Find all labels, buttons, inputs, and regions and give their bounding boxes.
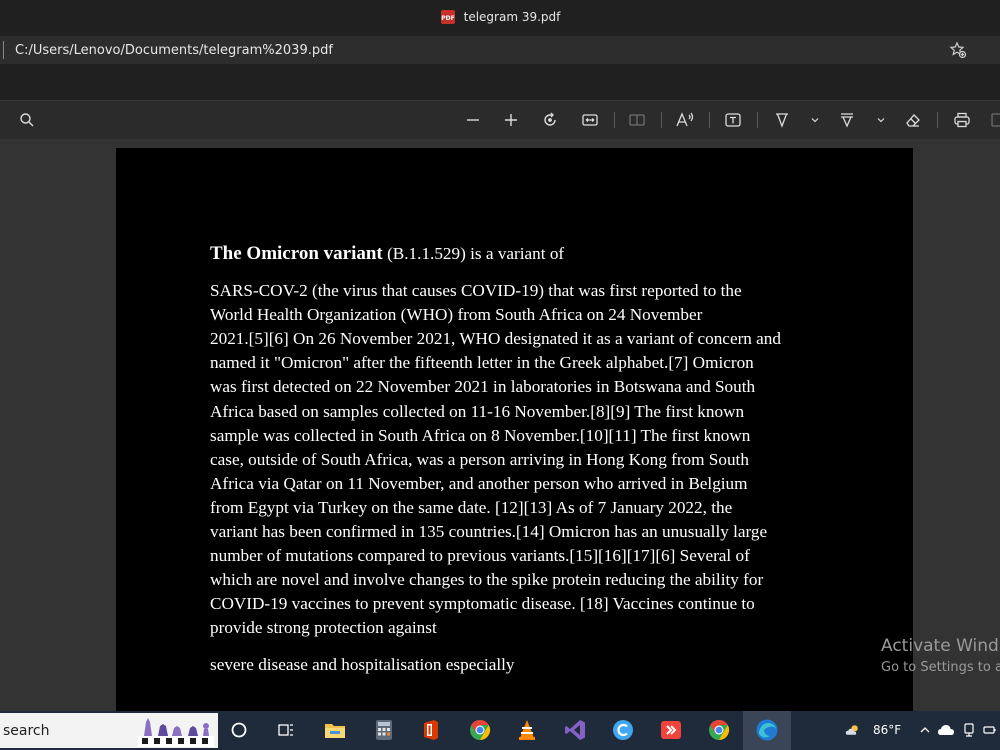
edge-icon[interactable] [754, 717, 780, 743]
paragraph-line: variant has been confirmed in 135 countr… [210, 522, 768, 542]
calculator-icon[interactable] [371, 717, 397, 743]
address-bar-edge [3, 41, 7, 59]
paragraph-line: 2021.[5][6] On 26 November 2021, WHO des… [210, 329, 781, 349]
print-icon[interactable] [951, 109, 973, 131]
title-bar: PDF telegram 39.pdf [0, 0, 1000, 34]
activate-windows-watermark: Activate Wind Go to Settings to a [881, 636, 1000, 675]
window-title: telegram 39.pdf [463, 10, 561, 24]
highlight-chevron-down-icon[interactable] [870, 109, 892, 131]
paragraph-line: Africa via Qatar on 11 November, and ano… [210, 473, 748, 493]
toolbar-separator [661, 112, 662, 128]
pdf-file-icon: PDF [440, 9, 456, 25]
office-icon[interactable] [418, 717, 444, 743]
toolbar-separator [614, 112, 615, 128]
chess-pieces-icon [138, 714, 214, 747]
save-icon[interactable] [988, 109, 1000, 131]
chrome-second-icon[interactable] [706, 717, 732, 743]
heading-rest-text: (B.1.1.529) is a variant of [382, 244, 565, 263]
highlight-icon[interactable] [836, 109, 858, 131]
page-view-icon[interactable] [626, 109, 648, 131]
taskbar-search-box[interactable]: search [0, 713, 218, 748]
paragraph-line: Africa based on samples collected on 11-… [210, 401, 745, 421]
active-app-highlight[interactable] [743, 711, 791, 750]
paragraph-line: was first detected on 22 November 2021 i… [210, 377, 756, 397]
toolbar-separator [757, 112, 758, 128]
taskbar: search 86°F [0, 711, 1000, 750]
address-url[interactable]: C:/Users/Lenovo/Documents/telegram%2039.… [15, 43, 1000, 58]
text-box-icon[interactable] [722, 109, 744, 131]
heading-bold-text: The Omicron variant [210, 243, 383, 264]
watermark-title: Activate Wind [881, 636, 999, 656]
page-heading: The Omicron variant (B.1.1.529) is a var… [210, 242, 830, 266]
address-bar[interactable]: C:/Users/Lenovo/Documents/telegram%2039.… [0, 36, 1000, 64]
zoom-out-icon[interactable] [462, 109, 484, 131]
read-aloud-icon[interactable] [674, 109, 696, 131]
toolbar-separator [709, 112, 710, 128]
task-view-icon[interactable] [273, 717, 299, 743]
start-circle-icon[interactable] [226, 717, 252, 743]
toolbar-separator [937, 112, 938, 128]
page-text-block: The Omicron variant (B.1.1.529) is a var… [210, 242, 830, 677]
draw-icon[interactable] [771, 109, 793, 131]
cloud-icon[interactable] [938, 722, 954, 738]
paragraph-line: SARS-COV-2 (the virus that causes COVID-… [210, 281, 742, 301]
pdf-toolbar [0, 101, 1000, 139]
chevron-up-icon[interactable] [917, 722, 933, 738]
pdf-page[interactable]: The Omicron variant (B.1.1.529) is a var… [116, 148, 913, 718]
paragraph-last-line: severe disease and hospitalisation espec… [210, 654, 515, 674]
document-area[interactable]: The Omicron variant (B.1.1.529) is a var… [0, 139, 1000, 718]
rotate-icon[interactable] [539, 109, 561, 131]
paragraph-line: case, outside of South Africa, was a per… [210, 449, 749, 469]
draw-chevron-down-icon[interactable] [804, 109, 826, 131]
add-favorite-star-icon[interactable] [948, 40, 968, 60]
temperature-text[interactable]: 86°F [873, 723, 901, 737]
taskbar-search-text[interactable]: search [3, 723, 50, 739]
cortana-c-icon[interactable] [610, 717, 636, 743]
network-icon[interactable] [961, 722, 977, 738]
chrome-icon[interactable] [467, 717, 493, 743]
paragraph-line: number of mutations compared to previous… [210, 546, 750, 566]
paragraph-line: World Health Organization (WHO) from Sou… [210, 305, 703, 325]
paragraph-line: named it "Omicron" after the fifteenth l… [210, 353, 754, 373]
eraser-icon[interactable] [902, 109, 924, 131]
body-paragraph: SARS-COV-2 (the virus that causes COVID-… [210, 279, 830, 640]
paragraph-line: provide strong protection against [210, 618, 437, 638]
window-title-group: PDF telegram 39.pdf [440, 9, 561, 25]
paragraph-line: which are novel and involve changes to t… [210, 570, 764, 590]
search-icon[interactable] [16, 109, 38, 131]
paragraph-line: sample was collected in South Africa on … [210, 425, 751, 445]
watermark-subtitle: Go to Settings to a [881, 660, 1000, 675]
pdf-badge-text: PDF [441, 15, 454, 22]
paragraph-line: from Egypt via Turkey on the same date. … [210, 497, 733, 517]
fit-width-icon[interactable] [579, 109, 601, 131]
battery-icon[interactable] [982, 722, 998, 738]
weather-icon[interactable] [845, 722, 861, 738]
pdf-viewer-window: PDF telegram 39.pdf C:/Users/Lenovo/Docu… [0, 0, 1000, 750]
zoom-in-icon[interactable] [500, 109, 522, 131]
visual-studio-icon[interactable] [562, 717, 588, 743]
anydesk-icon[interactable] [658, 717, 684, 743]
paragraph-line: COVID-19 vaccines to prevent symptomatic… [210, 594, 755, 614]
vlc-icon[interactable] [514, 717, 540, 743]
file-explorer-icon[interactable] [322, 717, 348, 743]
